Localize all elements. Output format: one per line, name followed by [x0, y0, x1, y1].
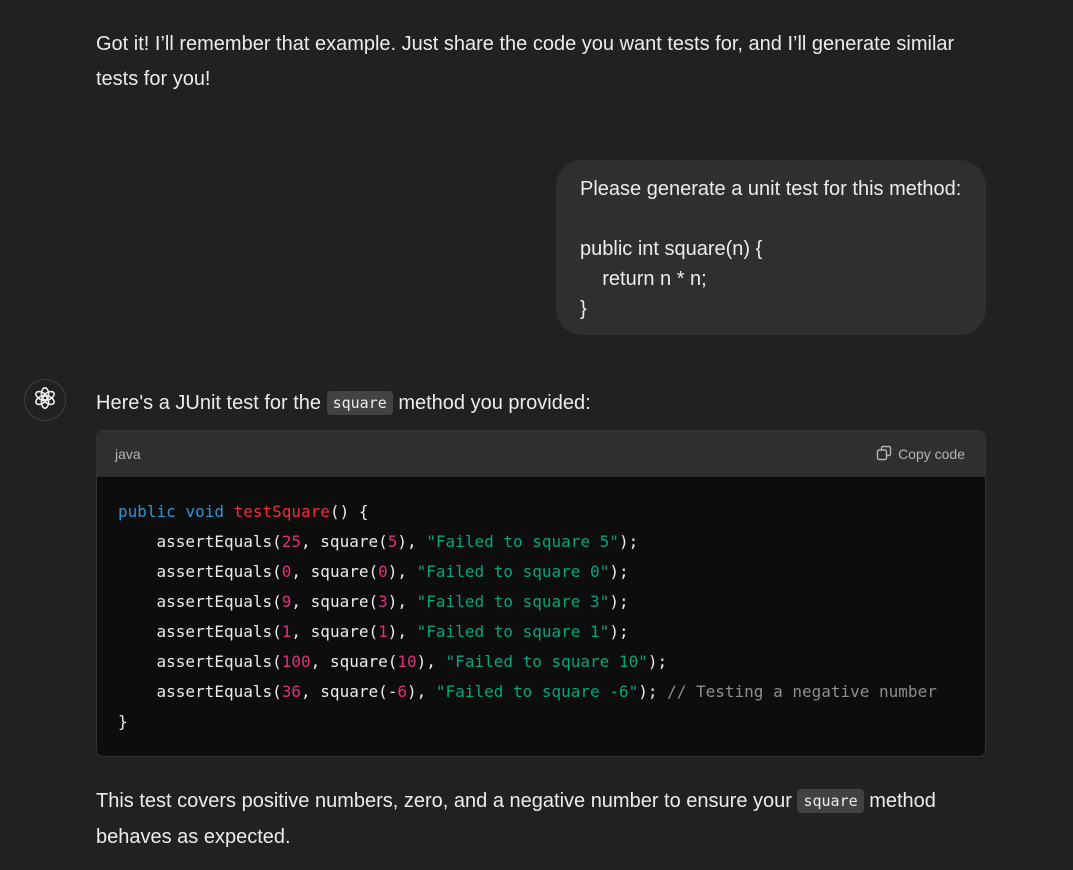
code-token: );	[609, 622, 629, 641]
intro-text-after: method you provided:	[392, 392, 591, 414]
inline-code-square: square	[326, 391, 393, 415]
code-token: 3	[378, 592, 388, 611]
code-token: 9	[281, 592, 292, 611]
code-token: );	[638, 682, 668, 701]
code-token: "Failed to square -6"	[435, 682, 639, 701]
code-token: ),	[387, 592, 417, 611]
chat-conversation: Got it! I’ll remember that example. Just…	[0, 0, 1073, 870]
code-token: , square(	[310, 652, 398, 671]
code-token: 0	[378, 562, 388, 581]
code-token: );	[609, 592, 629, 611]
code-token: ),	[387, 622, 417, 641]
code-token: , square(-	[301, 682, 398, 701]
code-content: public void testSquare() { assertEquals(…	[97, 477, 985, 756]
code-token: 1	[281, 622, 292, 641]
code-line: assertEquals(9, square(3), "Failed to sq…	[118, 592, 629, 611]
code-line: assertEquals(1, square(1), "Failed to sq…	[118, 622, 629, 641]
code-line: assertEquals(0, square(0), "Failed to sq…	[118, 562, 629, 581]
openai-logo-icon	[32, 385, 58, 416]
code-token: assertEquals(	[118, 622, 282, 641]
code-token: "Failed to square 1"	[416, 622, 610, 641]
code-token: 36	[281, 682, 302, 701]
code-token: 25	[281, 532, 302, 551]
code-token: assertEquals(	[118, 682, 282, 701]
code-token: // Testing a negative number	[667, 682, 937, 701]
copy-code-label: Copy code	[898, 446, 965, 462]
code-token: "Failed to square 3"	[416, 592, 610, 611]
code-token: assertEquals(	[118, 562, 282, 581]
user-message-bubble: Please generate a unit test for this met…	[556, 160, 986, 335]
code-token: }	[118, 712, 128, 731]
code-language-label: java	[115, 446, 141, 462]
code-token: 6	[397, 682, 407, 701]
code-line: assertEquals(100, square(10), "Failed to…	[118, 652, 668, 671]
code-token: "Failed to square 10"	[445, 652, 648, 671]
copy-code-button[interactable]: Copy code	[876, 445, 965, 464]
code-token: );	[647, 652, 668, 671]
assistant-outro-text: This test covers positive numbers, zero,…	[96, 784, 976, 855]
code-token: void	[185, 502, 224, 521]
assistant-avatar	[24, 379, 66, 421]
code-block-header: java Copy code	[97, 431, 985, 477]
code-token: assertEquals(	[118, 592, 282, 611]
code-token: , square(	[291, 562, 379, 581]
code-token: ),	[387, 562, 417, 581]
code-token: testSquare	[233, 502, 330, 521]
code-line: assertEquals(36, square(-6), "Failed to …	[118, 682, 937, 701]
code-line: assertEquals(25, square(5), "Failed to s…	[118, 532, 639, 551]
code-line: public void testSquare() {	[118, 502, 368, 521]
code-token: ),	[407, 682, 436, 701]
code-block: java Copy code public void testSquare() …	[96, 430, 986, 757]
code-token: assertEquals(	[118, 532, 282, 551]
assistant-intro-text: Here's a JUnit test for the square metho…	[96, 386, 976, 422]
copy-icon	[876, 445, 892, 464]
outro-text-before: This test covers positive numbers, zero,…	[96, 790, 798, 812]
code-token: public	[118, 502, 176, 521]
code-token: 100	[281, 652, 311, 671]
code-token: 5	[387, 532, 398, 551]
code-token: , square(	[291, 622, 379, 641]
code-token: , square(	[301, 532, 388, 551]
code-token: 10	[397, 652, 417, 671]
code-line: }	[118, 712, 128, 731]
code-token: , square(	[291, 592, 379, 611]
previous-assistant-message: Got it! I’ll remember that example. Just…	[96, 33, 955, 90]
code-token: "Failed to square 0"	[416, 562, 610, 581]
code-token: );	[609, 562, 629, 581]
code-token: assertEquals(	[118, 652, 282, 671]
code-token: "Failed to square 5"	[426, 532, 619, 551]
code-token: ),	[416, 652, 446, 671]
intro-text-before: Here's a JUnit test for the	[96, 392, 327, 414]
code-token: 1	[378, 622, 388, 641]
code-token: 0	[281, 562, 292, 581]
code-token: );	[618, 532, 639, 551]
code-token: () {	[329, 502, 369, 521]
code-token: ),	[397, 532, 427, 551]
inline-code-square: square	[797, 789, 864, 813]
